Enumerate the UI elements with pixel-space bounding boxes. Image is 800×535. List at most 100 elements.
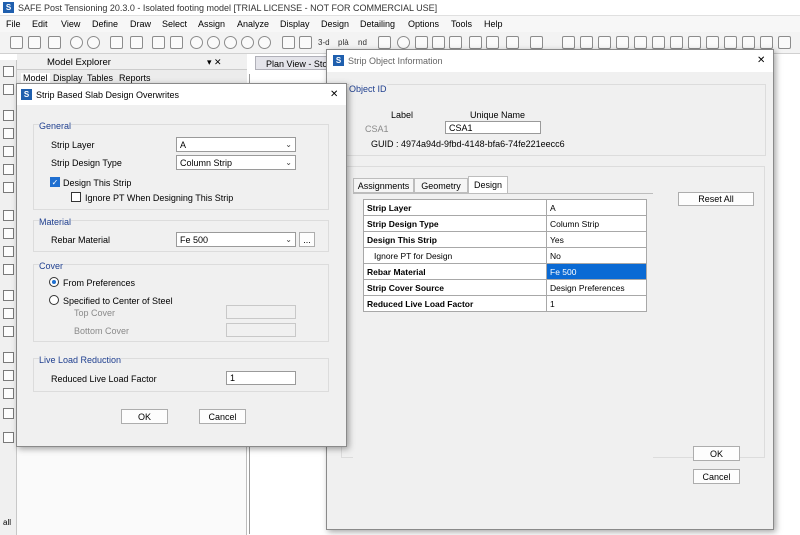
- pan-icon[interactable]: [282, 36, 295, 49]
- tab-tables[interactable]: Tables: [87, 73, 113, 83]
- specified-center-steel-radio[interactable]: [49, 295, 59, 305]
- strip-info-cancel-button[interactable]: Cancel: [693, 469, 740, 484]
- tab-design[interactable]: Design: [468, 176, 508, 193]
- rotate-3d-icon[interactable]: [378, 36, 391, 49]
- design-this-strip-checkbox[interactable]: ✓: [50, 177, 60, 187]
- menu-select[interactable]: Select: [162, 19, 187, 29]
- new-model-icon[interactable]: [10, 36, 23, 49]
- menu-edit[interactable]: Edit: [32, 19, 48, 29]
- menu-define[interactable]: Define: [92, 19, 118, 29]
- strip-layer-dropdown[interactable]: A ⌄: [176, 137, 296, 152]
- forces-icon[interactable]: [742, 36, 755, 49]
- reactions-icon[interactable]: [724, 36, 737, 49]
- panel-pin-close-icon[interactable]: ▾ ✕: [207, 57, 222, 68]
- draw-wave-icon[interactable]: [3, 388, 14, 399]
- open-icon[interactable]: [28, 36, 41, 49]
- view-options-icon[interactable]: [506, 36, 519, 49]
- plan-view-button[interactable]: plà: [338, 38, 349, 47]
- 3d-view-button[interactable]: 3-d: [318, 38, 330, 47]
- draw-beam-icon[interactable]: [3, 110, 14, 121]
- from-preferences-radio[interactable]: [49, 277, 59, 287]
- tab-geometry[interactable]: Geometry: [414, 178, 468, 193]
- elevation-view-button[interactable]: nd: [358, 38, 367, 47]
- strip-info-ok-button[interactable]: OK: [693, 446, 740, 461]
- refresh-window-icon[interactable]: [170, 36, 183, 49]
- draw-slab-icon[interactable]: [3, 210, 14, 221]
- area-load-icon[interactable]: [688, 36, 701, 49]
- set-display-options-icon[interactable]: [469, 36, 482, 49]
- rebar-material-dropdown[interactable]: Fe 500 ⌄: [176, 232, 296, 247]
- menu-analyze[interactable]: Analyze: [237, 19, 269, 29]
- object-shrink-icon[interactable]: [530, 36, 543, 49]
- grid-value[interactable]: Design Preferences: [546, 279, 647, 296]
- line-load-icon[interactable]: [670, 36, 683, 49]
- overwrites-close-button[interactable]: ✕: [330, 89, 338, 100]
- grid-value[interactable]: No: [546, 247, 647, 264]
- plan-view-tab[interactable]: Plan View - Stor: [255, 56, 337, 70]
- zoom-in-icon[interactable]: [241, 36, 254, 49]
- grid-row-strip-cover-source[interactable]: Strip Cover Source Design Preferences: [363, 279, 647, 296]
- section-icon[interactable]: [580, 36, 593, 49]
- glasses-icon[interactable]: [415, 36, 428, 49]
- undo-icon[interactable]: [70, 36, 83, 49]
- tab-model[interactable]: Model: [21, 73, 50, 83]
- grid-row-strip-layer[interactable]: Strip Layer A: [363, 199, 647, 216]
- draw-section-cut-icon[interactable]: [3, 308, 14, 319]
- strip-design-type-dropdown[interactable]: Column Strip ⌄: [176, 155, 296, 170]
- draw-column-icon[interactable]: [3, 146, 14, 157]
- zoom-out-icon[interactable]: [258, 36, 271, 49]
- menu-tools[interactable]: Tools: [451, 19, 472, 29]
- grid-value[interactable]: Yes: [546, 231, 647, 248]
- menu-options[interactable]: Options: [408, 19, 439, 29]
- tab-display[interactable]: Display: [53, 73, 83, 83]
- redo-icon[interactable]: [87, 36, 100, 49]
- move-down-icon[interactable]: [449, 36, 462, 49]
- grid-value-selected[interactable]: Fe 500: [546, 263, 647, 280]
- perspective-icon[interactable]: [397, 36, 410, 49]
- draw-strip-icon[interactable]: [3, 182, 14, 193]
- zoom-extents-icon[interactable]: [207, 36, 220, 49]
- draw-rebar-icon[interactable]: [3, 408, 14, 419]
- strip-info-close-button[interactable]: ✕: [757, 55, 765, 66]
- draw-tendon-icon[interactable]: [3, 164, 14, 175]
- draw-design-strip-icon[interactable]: [3, 290, 14, 301]
- draw-area-icon[interactable]: [616, 36, 629, 49]
- pencil-icon[interactable]: [110, 36, 123, 49]
- grid-value[interactable]: A: [546, 199, 647, 216]
- grid-row-reduced-live-load-factor[interactable]: Reduced Live Load Factor 1: [363, 295, 647, 312]
- grid-icon[interactable]: [486, 36, 499, 49]
- menu-assign[interactable]: Assign: [198, 19, 225, 29]
- rebar-material-browse-button[interactable]: ...: [299, 232, 315, 247]
- menu-file[interactable]: File: [6, 19, 21, 29]
- draw-line-icon[interactable]: [598, 36, 611, 49]
- menu-draw[interactable]: Draw: [130, 19, 151, 29]
- pointer-icon[interactable]: [3, 66, 14, 77]
- draw-measure-icon[interactable]: [3, 432, 14, 443]
- design-results-icon[interactable]: [760, 36, 773, 49]
- move-up-icon[interactable]: [432, 36, 445, 49]
- overwrites-ok-button[interactable]: OK: [121, 409, 168, 424]
- menu-display[interactable]: Display: [280, 19, 310, 29]
- draw-wall-icon[interactable]: [3, 128, 14, 139]
- menu-view[interactable]: View: [61, 19, 80, 29]
- more-tools-icon[interactable]: [778, 36, 791, 49]
- draw-opening-icon[interactable]: [3, 246, 14, 257]
- grid-row-ignore-pt[interactable]: Ignore PT for Design No: [363, 247, 647, 264]
- grid-row-strip-design-type[interactable]: Strip Design Type Column Strip: [363, 215, 647, 232]
- tab-assignments[interactable]: Assignments: [353, 178, 414, 193]
- grid-value[interactable]: Column Strip: [546, 215, 647, 232]
- zoom-previous-icon[interactable]: [224, 36, 237, 49]
- draw-dimension-icon[interactable]: [3, 326, 14, 337]
- zoom-window-icon[interactable]: [190, 36, 203, 49]
- lock-icon[interactable]: [130, 36, 143, 49]
- grid-row-design-this-strip[interactable]: Design This Strip Yes: [363, 231, 647, 248]
- reshape-icon[interactable]: [3, 84, 14, 95]
- tab-reports[interactable]: Reports: [119, 73, 151, 83]
- draw-point-icon[interactable]: [3, 264, 14, 275]
- point-load-icon[interactable]: [652, 36, 665, 49]
- save-icon[interactable]: [48, 36, 61, 49]
- menu-detailing[interactable]: Detailing: [360, 19, 395, 29]
- overwrites-cancel-button[interactable]: Cancel: [199, 409, 246, 424]
- support-icon[interactable]: [634, 36, 647, 49]
- rubber-band-zoom-icon[interactable]: [299, 36, 312, 49]
